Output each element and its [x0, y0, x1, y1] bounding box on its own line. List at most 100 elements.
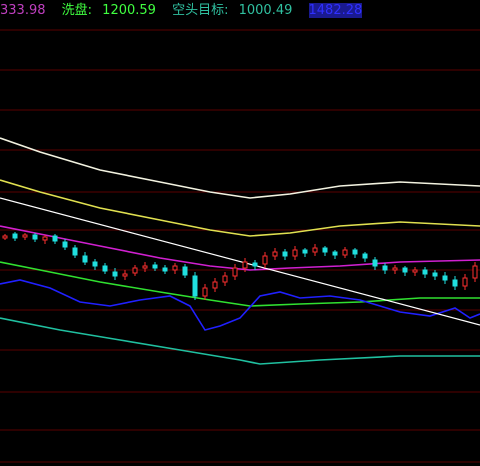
series-line-2	[0, 225, 480, 271]
candle-30	[302, 248, 308, 257]
candle-body	[192, 275, 198, 297]
candle-body	[412, 269, 418, 273]
candle-body	[92, 261, 98, 267]
candle-body	[242, 261, 248, 269]
candle-17	[172, 263, 178, 274]
candle-37	[372, 257, 378, 270]
candle-6	[62, 239, 68, 250]
candle-8	[82, 252, 88, 265]
candle-22	[222, 272, 228, 286]
candle-27	[272, 248, 278, 260]
legend-item-1-value: 333.98	[0, 3, 46, 18]
candle-body	[322, 247, 328, 253]
candle-46	[462, 274, 468, 290]
candle-body	[102, 265, 108, 272]
candle-7	[72, 245, 78, 258]
candle-38	[382, 263, 388, 274]
stock-chart	[0, 29, 480, 463]
candle-body	[422, 269, 428, 275]
candle-body	[282, 251, 288, 257]
series-line-4	[0, 317, 480, 365]
candle-body	[452, 279, 458, 287]
legend-item-4-value: 1482.28	[308, 3, 363, 18]
legend-item-2: 洗盘: 1200.59	[62, 3, 166, 18]
legend-item-3-label: 空头目标:	[172, 3, 229, 18]
candle-body	[472, 265, 478, 279]
candle-body	[32, 234, 38, 240]
candle-body	[392, 267, 398, 271]
candle-body	[202, 287, 208, 297]
candle-body	[372, 259, 378, 267]
candle-body	[22, 234, 28, 238]
candle-36	[362, 252, 368, 262]
candle-34	[342, 247, 348, 258]
candle-body	[132, 267, 138, 274]
candle-1	[12, 232, 18, 241]
candle-43	[432, 270, 438, 280]
legend-item-2-label: 洗盘:	[61, 3, 93, 18]
candle-body	[162, 267, 168, 272]
candle-body	[272, 251, 278, 257]
candle-2	[22, 233, 28, 240]
legend-item-4: 1482.28	[308, 3, 369, 18]
candle-body	[332, 251, 338, 256]
candle-41	[412, 267, 418, 276]
candle-20	[202, 284, 208, 300]
candle-body	[442, 275, 448, 281]
candle-12	[122, 270, 128, 280]
candle-47	[472, 262, 478, 282]
candle-16	[162, 265, 168, 274]
legend-item-3-value: 1000.49	[238, 3, 293, 18]
candle-body	[212, 281, 218, 289]
candle-10	[102, 263, 108, 274]
candle-33	[332, 250, 338, 259]
candle-body	[122, 273, 128, 277]
candle-29	[292, 246, 298, 260]
candle-body	[352, 249, 358, 255]
candle-body	[182, 266, 188, 276]
candle-body	[152, 264, 158, 269]
series-line-1	[0, 179, 480, 237]
series-line-0	[0, 137, 480, 199]
candle-body	[72, 247, 78, 256]
candle-32	[322, 246, 328, 256]
candle-body	[252, 262, 258, 267]
candle-31	[312, 244, 318, 256]
chart-legend: 333.98 洗盘: 1200.59 空头目标: 1000.49 1482.28	[0, 2, 374, 20]
candle-body	[222, 275, 228, 283]
candle-body	[2, 235, 8, 239]
candle-body	[312, 247, 318, 253]
candle-body	[142, 265, 148, 269]
candle-body	[362, 253, 368, 259]
legend-item-1: 333.98	[0, 3, 56, 18]
candle-13	[132, 265, 138, 276]
candle-body	[382, 265, 388, 271]
series-lines	[0, 137, 480, 365]
candle-body	[432, 272, 438, 277]
candle-body	[262, 255, 268, 265]
grid-lines	[0, 29, 480, 463]
candle-26	[262, 252, 268, 268]
candle-body	[292, 249, 298, 257]
candle-body	[12, 233, 18, 239]
candlesticks	[2, 232, 478, 300]
candle-4	[42, 235, 48, 244]
candle-body	[232, 267, 238, 277]
candle-5	[52, 234, 58, 244]
candle-21	[212, 278, 218, 292]
candle-28	[282, 249, 288, 260]
legend-item-3: 空头目标: 1000.49	[172, 3, 302, 18]
candle-39	[392, 265, 398, 274]
candle-40	[402, 266, 408, 276]
candle-35	[352, 248, 358, 258]
candle-42	[422, 267, 428, 278]
candle-body	[402, 267, 408, 273]
candle-19	[192, 272, 198, 300]
candle-body	[82, 255, 88, 263]
candle-body	[52, 235, 58, 242]
candle-body	[462, 277, 468, 287]
candle-23	[232, 264, 238, 280]
candle-body	[172, 265, 178, 271]
candle-45	[452, 276, 458, 290]
candle-18	[182, 264, 188, 278]
